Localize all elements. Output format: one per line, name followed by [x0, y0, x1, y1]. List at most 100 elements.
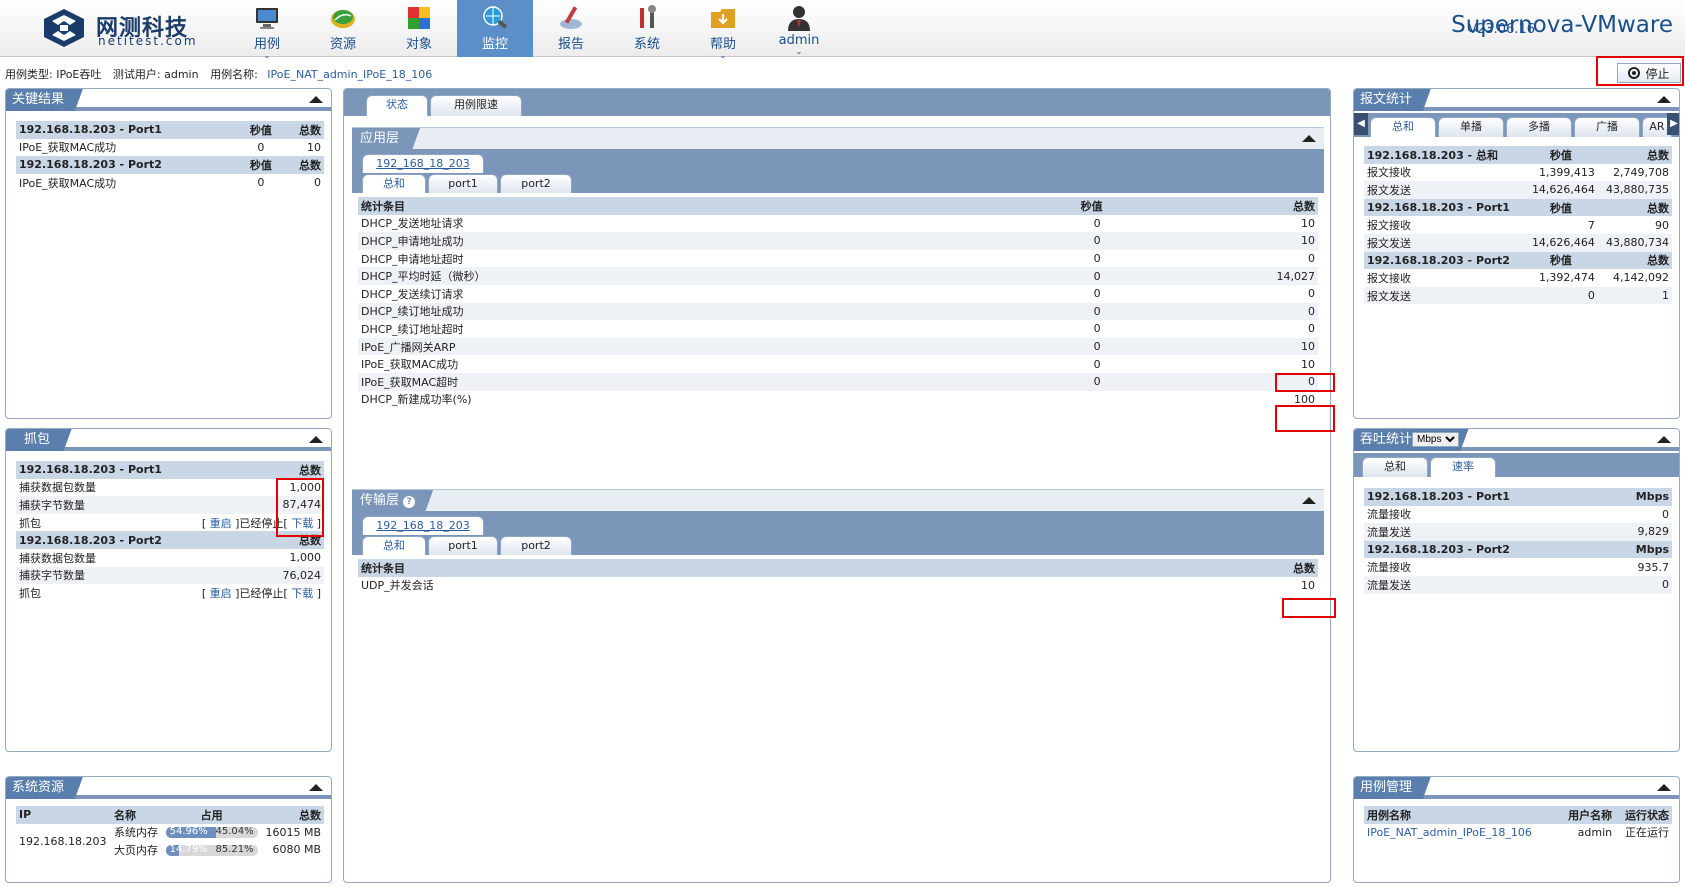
nav-case[interactable]: 用例 ⌄ [229, 0, 305, 60]
case-name-link[interactable]: IPoE_NAT_admin_IPoE_18_106 [267, 68, 432, 81]
tab-port2[interactable]: port2 [500, 174, 572, 193]
case-name-label: 用例名称: [210, 68, 258, 81]
table-row: IPoE_NAT_admin_IPoE_18_106 admin 正在运行 [1364, 824, 1672, 842]
panel-header: 报文统计 [1354, 89, 1679, 111]
row-name: IPoE_获取MAC成功 [19, 141, 117, 155]
resource-total: 16015 MB [265, 825, 321, 839]
col-unit: Mbps [1607, 488, 1672, 506]
table-row: 流量接收 0 [1364, 506, 1672, 524]
scroll-left-icon[interactable]: ◀ [1354, 113, 1368, 135]
tab-status[interactable]: 状态 [366, 95, 428, 116]
case-link[interactable]: IPoE_NAT_admin_IPoE_18_106 [1367, 826, 1532, 839]
table-row: 报文接收 1,399,413 2,749,708 [1364, 164, 1672, 182]
col-ip: IP [16, 806, 112, 824]
download-link[interactable]: 下载 [291, 517, 313, 530]
group-head: 192.168.18.203 - Port2 [16, 531, 184, 549]
tab-rate[interactable]: 速率 [1430, 457, 1496, 477]
nav-help[interactable]: 帮助 ⌄ [685, 0, 761, 60]
restart-link[interactable]: 重启 [210, 587, 232, 600]
panel-title: 用例管理 [1354, 777, 1443, 799]
nav-system[interactable]: 系统 [609, 0, 685, 57]
row-sec: 0 [257, 176, 265, 190]
group-header-row: 192.168.18.203 - Port2 Mbps [1364, 540, 1672, 559]
free-percent: 85.21% [215, 844, 254, 855]
nav-resource[interactable]: 资源 [305, 0, 381, 57]
table-row: 报文发送 14,626,464 43,880,734 [1364, 233, 1672, 252]
row-name: 流量发送 [1364, 523, 1608, 541]
col-name: 名称 [111, 806, 162, 824]
nav-report[interactable]: 报告 [533, 0, 609, 57]
tab-port2[interactable]: port2 [500, 536, 572, 555]
table-header-row: 用例名称 用户名称 运行状态 [1364, 806, 1672, 824]
packet-stats-panel: 报文统计 ◀ 总和 单播 多播 广播 AR ▶ 192.168.18.203 -… [1353, 88, 1680, 419]
leaf-icon [331, 10, 355, 28]
collapse-icon[interactable] [1657, 436, 1671, 443]
row-name: 抓包 [19, 516, 41, 530]
row-name: DHCP_发送续订请求 [361, 287, 464, 301]
row-sec: 7 [1587, 218, 1595, 232]
table-row: 流量接收 935.7 [1364, 558, 1672, 576]
col-item: 统计条目 [358, 559, 1066, 577]
row-name: IPoE_获取MAC成功 [361, 358, 459, 372]
panel-header: 吞吐统计 Mbps [1354, 429, 1679, 451]
collapse-icon[interactable] [309, 784, 323, 791]
nav-label: admin [778, 33, 820, 48]
scroll-right-icon[interactable]: ▶ [1667, 113, 1679, 135]
table-row: 报文发送 14,626,464 43,880,735 [1364, 181, 1672, 199]
collapse-icon[interactable] [1657, 784, 1671, 791]
stop-button[interactable]: 停止 [1617, 63, 1681, 83]
table-row: 捕获字节数量 76,024 [16, 566, 324, 585]
row-name: 流量发送 [1364, 575, 1608, 594]
row-value: 9,829 [1607, 523, 1672, 541]
row-sec: 1,392,474 [1538, 271, 1595, 285]
collapse-icon[interactable] [1302, 497, 1316, 504]
table-header-row: 统计条目 总数 [358, 559, 1318, 577]
center-tabs: 状态 用例限速 [344, 89, 1330, 116]
col-total: 总数 [281, 156, 324, 174]
tab-multicast[interactable]: 多播 [1506, 117, 1572, 137]
used-percent: 14.79% [169, 844, 208, 855]
tab-port1[interactable]: port1 [428, 174, 498, 193]
tab-rate-limit[interactable]: 用例限速 [430, 95, 522, 116]
unit-select[interactable]: Mbps [1412, 432, 1460, 447]
monitor-icon [256, 8, 278, 29]
nav-user[interactable]: admin ⌄ [761, 0, 837, 57]
tab-sum[interactable]: 总和 [362, 536, 426, 555]
tab-sum[interactable]: 总和 [1362, 457, 1428, 477]
row-total: 100 [1294, 392, 1315, 406]
nav-object[interactable]: 对象 [381, 0, 457, 57]
panel-title: 关键结果 [6, 89, 95, 111]
restart-link[interactable]: 重启 [210, 517, 232, 530]
tab-port1[interactable]: port1 [428, 536, 498, 555]
tab-unicast[interactable]: 单播 [1438, 117, 1504, 137]
tab-host[interactable]: 192_168_18_203 [362, 516, 484, 535]
col-total: 总数 [1130, 197, 1318, 215]
transport-layer-title: 传输层 ? [352, 490, 444, 512]
panel-title: 报文统计 [1354, 89, 1443, 111]
row-sec: 0 [1093, 357, 1101, 371]
col-total: 总数 [183, 531, 324, 549]
tab-sum[interactable]: 总和 [362, 174, 426, 193]
help-icon[interactable]: ? [403, 496, 416, 508]
globe-search-icon [483, 6, 508, 29]
row-name: 捕获字节数量 [16, 496, 184, 514]
capture-panel: 抓包 192.168.18.203 - Port1 总数 捕获数据包数量 1,000… [5, 428, 332, 752]
table-row: 抓包 [ 重启 ]已经停止[ 下载 ] [16, 514, 324, 532]
collapse-icon[interactable] [309, 96, 323, 103]
col-total: 总数 [1597, 251, 1672, 270]
row-total: 14,027 [1130, 267, 1318, 285]
case-management-table: 用例名称 用户名称 运行状态 IPoE_NAT_admin_IPoE_18_106 a… [1364, 806, 1672, 841]
group-head: 192.168.18.203 - Port2 [1364, 540, 1608, 559]
collapse-icon[interactable] [1302, 135, 1316, 142]
collapse-icon[interactable] [1657, 96, 1671, 103]
table-row: 报文接收 1,392,474 4,142,092 [1364, 269, 1672, 287]
tab-sum[interactable]: 总和 [1370, 117, 1436, 137]
row-name: DHCP_新建成功率(%) [361, 393, 472, 407]
tab-broadcast[interactable]: 广播 [1574, 117, 1640, 137]
nav-monitor[interactable]: 监控 [457, 0, 533, 57]
collapse-icon[interactable] [309, 436, 323, 443]
table-row: UDP_并发会话 10 [358, 577, 1318, 595]
download-link[interactable]: 下载 [291, 587, 313, 600]
row-name: IPoE_获取MAC超时 [358, 372, 908, 391]
tab-host[interactable]: 192_168_18_203 [362, 154, 484, 173]
